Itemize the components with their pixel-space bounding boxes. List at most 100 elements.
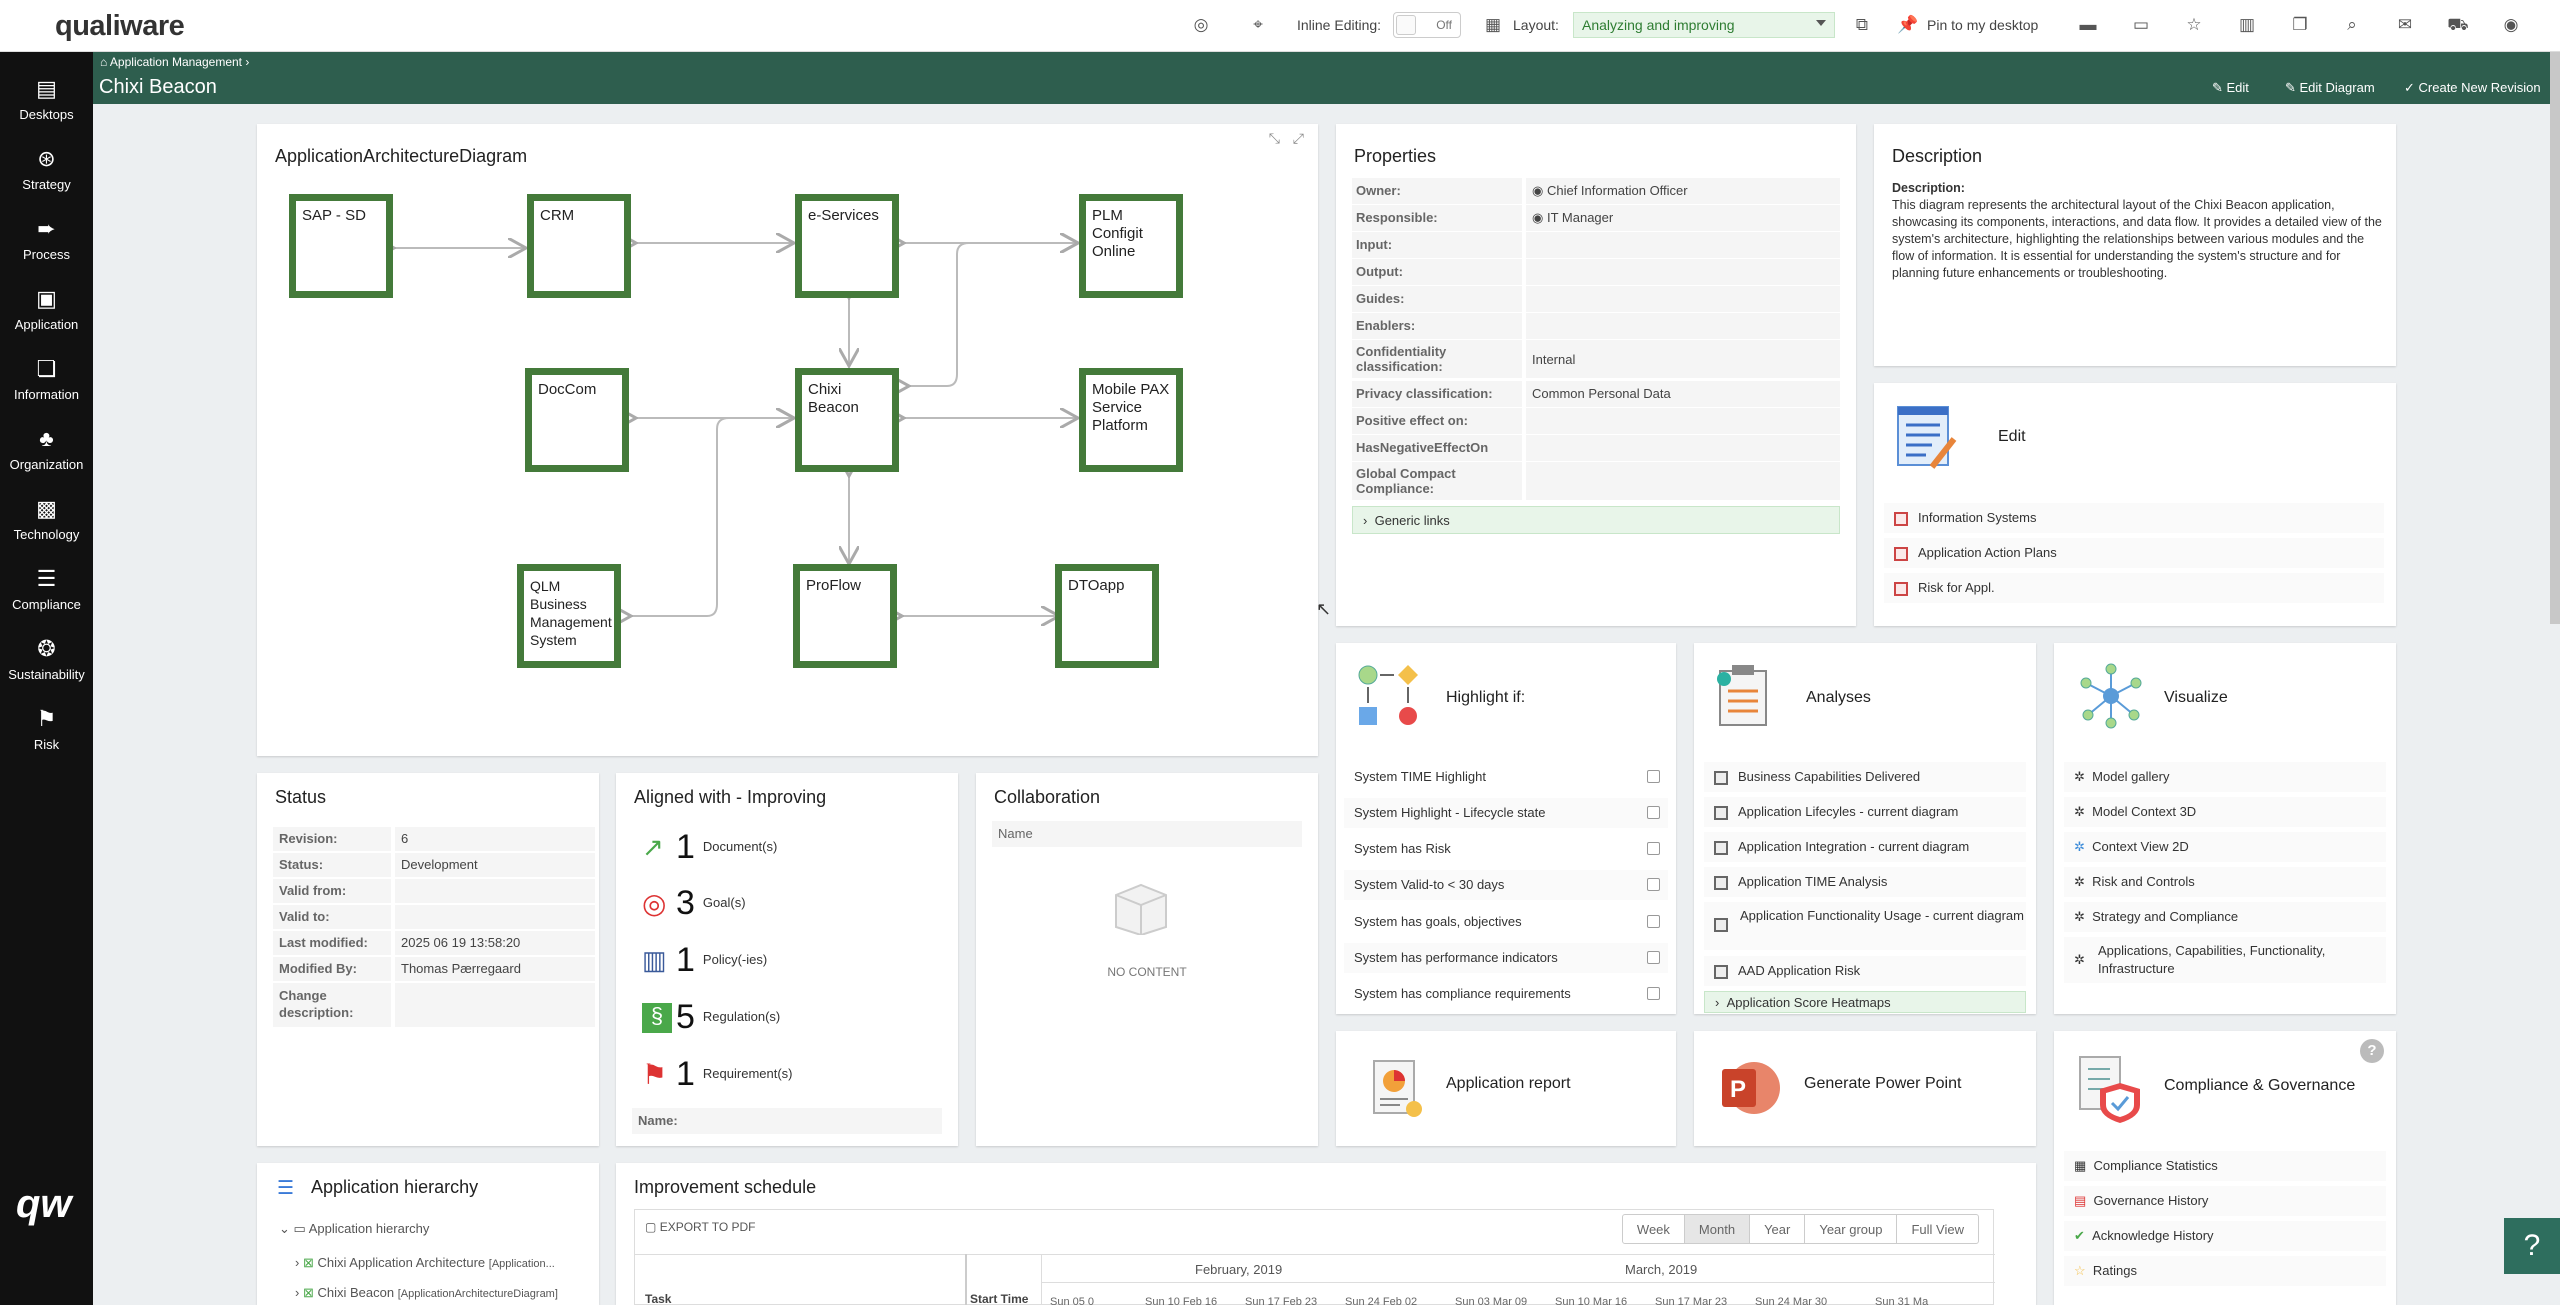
highlight-checkbox[interactable] (1647, 915, 1660, 928)
analysis-item[interactable]: Application Lifecyles - current diagram (1704, 797, 2026, 827)
edit-list-item[interactable]: Risk for Appl. (1884, 573, 2384, 603)
pin-icon[interactable]: 📌 (1897, 14, 1919, 36)
visualize-item[interactable]: ✲ Risk and Controls (2064, 867, 2386, 897)
target-icon[interactable]: ⌖ (1247, 14, 1269, 36)
star-icon[interactable]: ☆ (2183, 14, 2205, 36)
aligned-item[interactable]: ⚑ 1 Requirement(s) (642, 1055, 793, 1094)
hierarchy-item[interactable]: › ⊠ Chixi Beacon [ApplicationArchitectur… (295, 1285, 558, 1301)
sidebar-item-process[interactable]: ➨ Process (0, 206, 93, 274)
diagram-node[interactable]: e-Services (795, 194, 899, 298)
property-value[interactable]: ◉ IT Manager (1526, 205, 1840, 231)
visualize-item[interactable]: ✲ Model Context 3D (2064, 797, 2386, 827)
property-value[interactable]: ◉ Chief Information Officer (1526, 178, 1840, 204)
edit-button[interactable]: ✎ Edit (2212, 80, 2249, 96)
diagram-node[interactable]: DTOapp (1055, 564, 1159, 668)
diagram-node[interactable]: CRM (527, 194, 631, 298)
globe-icon[interactable]: ◎ (1190, 14, 1212, 36)
sidebar-item-risk[interactable]: ⚑ Risk (0, 696, 93, 764)
analysis-item[interactable]: Application Functionality Usage - curren… (1704, 902, 2026, 950)
create-revision-button[interactable]: ✓ Create New Revision (2404, 80, 2541, 96)
sidebar-item-application[interactable]: ▣ Application (0, 276, 93, 344)
home-icon[interactable]: ⌂ (100, 55, 107, 69)
aligned-item[interactable]: ◎ 3 Goal(s) (642, 884, 746, 923)
layout-select[interactable]: Analyzing and improving (1573, 12, 1835, 38)
highlight-option[interactable]: System has Risk (1344, 834, 1668, 864)
analysis-item[interactable]: AAD Application Risk (1704, 956, 2026, 986)
highlight-checkbox[interactable] (1647, 987, 1660, 1000)
sidebar-item-information[interactable]: ❏ Information (0, 346, 93, 414)
power-point-panel[interactable]: P Generate Power Point (1694, 1031, 2036, 1146)
sidebar-item-technology[interactable]: ▩ Technology (0, 486, 93, 554)
qualiware-logo[interactable]: qualiware (55, 10, 185, 43)
diagram-node-selected[interactable]: Chixi Beacon (795, 368, 899, 472)
aligned-item[interactable]: § 5 Regulation(s) (642, 998, 780, 1037)
analysis-item[interactable]: Business Capabilities Delivered (1704, 762, 2026, 792)
compare-icon[interactable]: ⧉ (1851, 14, 1873, 36)
diagram-node[interactable]: SAP - SD (289, 194, 393, 298)
view-week[interactable]: Week (1623, 1215, 1685, 1243)
highlight-checkbox[interactable] (1647, 842, 1660, 855)
edit-diagram-button[interactable]: ✎ Edit Diagram (2285, 80, 2375, 96)
page-scrollbar[interactable] (2550, 52, 2560, 624)
analysis-group-expander[interactable]: › Application Score Heatmaps (1704, 991, 2026, 1013)
visualize-item[interactable]: ✲ Applications, Capabilities, Functionali… (2064, 937, 2386, 983)
highlight-checkbox[interactable] (1647, 806, 1660, 819)
highlight-option[interactable]: System has goals, objectives (1344, 907, 1668, 937)
diagram-node[interactable]: QLM Business Management System (517, 564, 621, 668)
diagram-node[interactable]: PLM Configit Online (1079, 194, 1183, 298)
visualize-item[interactable]: ✲ Model gallery (2064, 762, 2386, 792)
highlight-option[interactable]: System TIME Highlight (1344, 762, 1668, 792)
edit-list-item[interactable]: Application Action Plans (1884, 538, 2384, 568)
edit-panel-title[interactable]: Edit (1998, 428, 2026, 446)
application-report-panel[interactable]: Application report (1336, 1031, 1676, 1146)
edit-document-icon[interactable] (1896, 405, 1958, 469)
highlight-option[interactable]: System has performance indicators (1344, 943, 1668, 973)
hierarchy-root[interactable]: ⌄ ▭ Application hierarchy (279, 1221, 429, 1237)
car-icon[interactable]: ⛟ (2447, 14, 2469, 36)
highlight-checkbox[interactable] (1647, 951, 1660, 964)
copy-icon[interactable]: ❐ (2289, 14, 2311, 36)
books-icon[interactable]: ▥ (2236, 14, 2258, 36)
compliance-item[interactable]: ▤ Governance History (2064, 1186, 2386, 1216)
edit-list-item[interactable]: Information Systems (1884, 503, 2384, 533)
highlight-option[interactable]: System has compliance requirements (1344, 979, 1668, 1009)
sidebar-item-compliance[interactable]: ☰ Compliance (0, 556, 93, 624)
diagram-node[interactable]: Mobile PAX Service Platform (1079, 368, 1183, 472)
help-chat-button[interactable]: ? (2504, 1218, 2560, 1274)
compliance-item[interactable]: ✔ Acknowledge History (2064, 1221, 2386, 1251)
highlight-option[interactable]: System Highlight - Lifecycle state (1344, 798, 1668, 828)
highlight-option[interactable]: System Valid-to < 30 days (1344, 870, 1668, 900)
hierarchy-item[interactable]: › ⊠ Chixi Application Architecture [Appl… (295, 1255, 555, 1271)
user-icon[interactable]: ◉ (2500, 14, 2522, 36)
sidebar-item-desktops[interactable]: ▤ Desktops (0, 66, 93, 134)
mail-icon[interactable]: ✉ (2394, 14, 2416, 36)
view-month[interactable]: Month (1684, 1215, 1751, 1243)
help-icon[interactable]: ? (2360, 1039, 2384, 1063)
sidebar-item-strategy[interactable]: ⊛ Strategy (0, 136, 93, 204)
analysis-item[interactable]: Application TIME Analysis (1704, 867, 2026, 897)
monitor-icon[interactable]: ▭ (2130, 14, 2152, 36)
diagram-node[interactable]: DocCom (525, 368, 629, 472)
compliance-item[interactable]: ☆ Ratings (2064, 1256, 2386, 1286)
sidebar-item-organization[interactable]: ♣ Organization (0, 416, 93, 484)
aligned-item[interactable]: ▥ 1 Policy(-ies) (642, 941, 767, 980)
export-pdf-button[interactable]: ▢ EXPORT TO PDF (645, 1220, 756, 1234)
view-year[interactable]: Year (1750, 1215, 1806, 1243)
search-icon[interactable]: ⌕ (2341, 14, 2363, 36)
sidebar-item-sustainability[interactable]: ❂ Sustainability (0, 626, 93, 694)
generic-links-expander[interactable]: › Generic links (1352, 506, 1840, 534)
visualize-item[interactable]: ✲ Context View 2D (2064, 832, 2386, 862)
diagram-node[interactable]: ProFlow (793, 564, 897, 668)
view-year-group[interactable]: Year group (1805, 1215, 1898, 1243)
visualize-item[interactable]: ✲ Strategy and Compliance (2064, 902, 2386, 932)
view-full[interactable]: Full View (1897, 1215, 1978, 1243)
inline-editing-toggle[interactable]: Off (1393, 12, 1461, 38)
highlight-checkbox[interactable] (1647, 878, 1660, 891)
highlight-checkbox[interactable] (1647, 770, 1660, 783)
compliance-item[interactable]: ▦ Compliance Statistics (2064, 1151, 2386, 1181)
breadcrumb-link[interactable]: Application Management (110, 55, 242, 69)
pin-to-desktop-button[interactable]: Pin to my desktop (1927, 17, 2038, 33)
aligned-item[interactable]: ↗ 1 Document(s) (642, 828, 777, 867)
analysis-item[interactable]: Application Integration - current diagra… (1704, 832, 2026, 862)
folder-icon[interactable]: ▬ (2077, 14, 2099, 36)
